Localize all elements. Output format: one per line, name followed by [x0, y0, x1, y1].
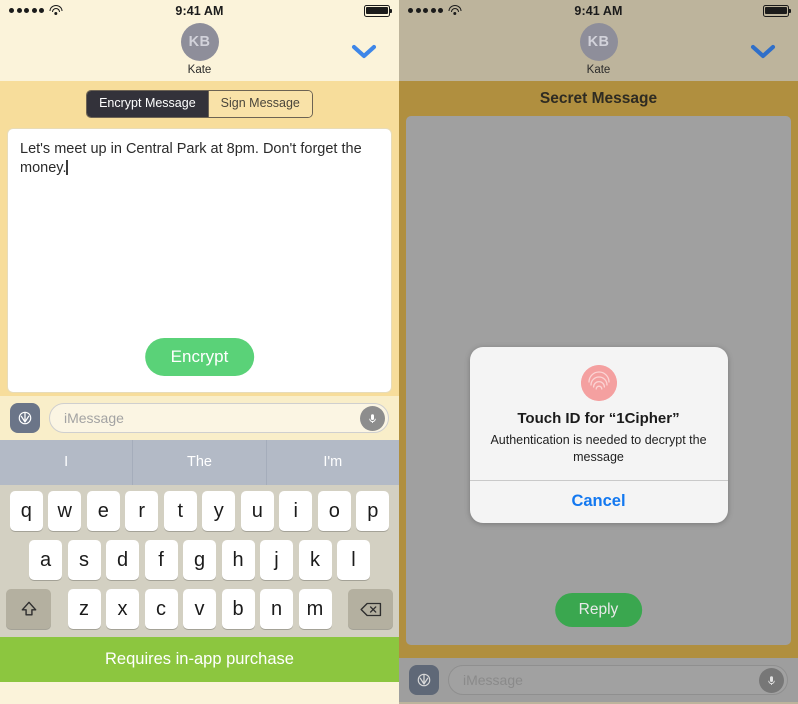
touch-id-dialog-body: Touch ID for “1Cipher” Authentication is… [470, 347, 728, 480]
shift-icon[interactable] [6, 589, 51, 629]
key-t[interactable]: t [163, 491, 197, 531]
onscreen-keyboard: q w e r t y u i o p a s d f g h j k l z … [0, 485, 399, 637]
prediction-item-1[interactable]: I [0, 440, 132, 485]
avatar: KB [180, 23, 219, 61]
key-h[interactable]: h [221, 540, 255, 580]
chevron-down-icon[interactable] [351, 43, 377, 60]
key-n[interactable]: n [260, 589, 293, 629]
contact-header-right: KB Kate [399, 21, 798, 81]
status-bar-left: 9:41 AM [0, 0, 399, 21]
encrypt-button[interactable]: Encrypt [144, 337, 255, 376]
keyboard-row-1: q w e r t y u i o p [2, 491, 397, 531]
key-g[interactable]: g [183, 540, 216, 580]
microphone-icon[interactable] [759, 667, 784, 693]
tab-encrypt-message[interactable]: Encrypt Message [87, 91, 208, 117]
status-bar-right-group [364, 0, 393, 21]
prediction-item-2[interactable]: The [133, 440, 265, 485]
key-o[interactable]: o [317, 491, 351, 531]
imessage-placeholder: iMessage [463, 672, 523, 688]
keyboard-row-3: z x c v b n m [2, 589, 397, 629]
right-phone-screen: 9:41 AM KB Kate Secret Message Reply Tou… [399, 0, 798, 704]
signal-strength-icon [408, 8, 443, 13]
key-z[interactable]: z [67, 589, 101, 629]
key-f[interactable]: f [144, 540, 178, 580]
tab-sign-message[interactable]: Sign Message [207, 91, 312, 117]
key-i[interactable]: i [279, 491, 313, 531]
battery-full-icon [364, 4, 393, 17]
status-bar-left-group [9, 0, 62, 21]
prediction-item-3[interactable]: I'm [267, 440, 399, 485]
chevron-down-icon[interactable] [750, 43, 776, 60]
key-l[interactable]: l [337, 540, 370, 580]
key-b[interactable]: b [221, 589, 255, 629]
imessage-input-bar-left: iMessage [0, 396, 399, 440]
left-phone-screen: 9:41 AM KB Kate Encrypt Message Sign Mes… [0, 0, 399, 704]
key-u[interactable]: u [240, 491, 274, 531]
imessage-input-field[interactable]: iMessage [49, 403, 389, 433]
key-r[interactable]: r [125, 491, 159, 531]
contact-header-left: KB Kate [0, 21, 399, 81]
battery-full-icon [763, 4, 792, 17]
status-bar-right: 9:41 AM [399, 0, 798, 21]
key-q[interactable]: q [9, 491, 43, 531]
app-extension-area-right: Secret Message Reply Touch ID for “1Ciph… [399, 81, 798, 658]
key-a[interactable]: a [29, 540, 62, 580]
key-d[interactable]: d [106, 540, 139, 580]
imessage-input-bar-right: iMessage [399, 658, 798, 702]
secret-message-title: Secret Message [539, 90, 658, 107]
app-store-icon[interactable] [409, 665, 439, 695]
contact-name: Kate [586, 64, 611, 76]
key-y[interactable]: y [202, 491, 236, 531]
contact-name: Kate [187, 64, 212, 76]
key-s[interactable]: s [67, 540, 101, 580]
wifi-icon [448, 5, 461, 16]
message-textarea[interactable]: Let's meet up in Central Park at 8pm. Do… [20, 140, 379, 179]
key-c[interactable]: c [144, 589, 178, 629]
key-e[interactable]: e [86, 491, 120, 531]
imessage-input-field[interactable]: iMessage [448, 665, 788, 695]
key-m[interactable]: m [298, 589, 332, 629]
key-p[interactable]: p [356, 491, 390, 531]
compose-card: Let's meet up in Central Park at 8pm. Do… [7, 127, 392, 393]
touch-id-dialog-message: Authentication is needed to decrypt the … [490, 433, 707, 464]
dual-screenshot-stage: 9:41 AM KB Kate Encrypt Message Sign Mes… [0, 0, 798, 704]
status-bar-right-group [763, 0, 792, 21]
segmented-control-wrap: Encrypt Message Sign Message [7, 90, 392, 118]
text-cursor [66, 159, 68, 175]
status-bar-clock: 9:41 AM [175, 3, 224, 18]
signal-strength-icon [9, 8, 44, 13]
app-store-icon[interactable] [10, 403, 40, 433]
touch-id-dialog-title: Touch ID for “1Cipher” [517, 410, 680, 427]
backspace-icon[interactable] [348, 589, 393, 629]
status-bar-clock: 9:41 AM [574, 3, 623, 18]
app-extension-area-left: Encrypt Message Sign Message Let's meet … [0, 81, 399, 396]
message-text-value: Let's meet up in Central Park at 8pm. Do… [20, 140, 362, 176]
keyboard-row-3-letters: z x c v b n m [67, 589, 332, 629]
key-w[interactable]: w [48, 491, 82, 531]
key-j[interactable]: j [260, 540, 293, 580]
microphone-icon[interactable] [360, 405, 385, 431]
key-x[interactable]: x [106, 589, 139, 629]
avatar: KB [579, 23, 618, 61]
cancel-button[interactable]: Cancel [470, 481, 728, 523]
imessage-placeholder: iMessage [64, 410, 124, 426]
status-bar-left-group [408, 0, 461, 21]
touch-id-dialog: Touch ID for “1Cipher” Authentication is… [469, 347, 728, 523]
in-app-purchase-banner: Requires in-app purchase [0, 637, 399, 682]
key-k[interactable]: k [298, 540, 332, 580]
predictive-text-bar: I The I'm [0, 440, 399, 485]
fingerprint-icon [580, 365, 617, 401]
wifi-icon [49, 5, 62, 16]
keyboard-row-2: a s d f g h j k l [2, 540, 397, 580]
segmented-control[interactable]: Encrypt Message Sign Message [86, 90, 313, 118]
key-v[interactable]: v [183, 589, 216, 629]
reply-button[interactable]: Reply [554, 593, 643, 627]
